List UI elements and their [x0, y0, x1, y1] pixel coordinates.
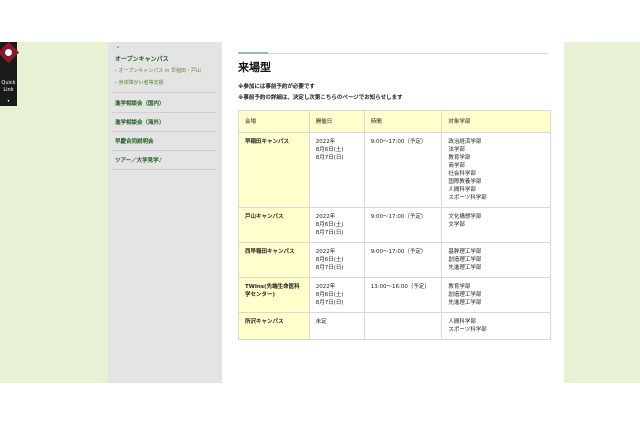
faculty-cell: 基幹理工学部 創造理工学部 先進理工学部: [441, 242, 551, 278]
reservation-detail-note: ※事前予約の詳細は、決定し次第こちらのページでお知らせします: [238, 95, 403, 101]
chevron-down-icon: ▾: [7, 98, 10, 103]
chevron-down-icon: ⌄: [115, 42, 121, 50]
divider: [112, 150, 216, 151]
reservation-note: ※参加には事前予約が必要です: [238, 84, 315, 90]
main-content: 来場型 ※参加には事前予約が必要です ※事前予約の詳細は、決定し次第こちらのペー…: [222, 42, 564, 383]
table-row: 早稲田キャンパス 2022年 8月6日(土) 8月7日(日) 9:00～17:0…: [238, 132, 551, 208]
quick-link-label: Quick Link: [1, 80, 16, 93]
time-cell: 9:00～17:00（予定）: [363, 207, 443, 243]
divider: [112, 169, 216, 170]
header-venue: 会場: [238, 110, 310, 133]
venue-cell: 戸山キャンパス: [238, 207, 310, 243]
table-header-row: 会場 開催日 時間 対象学部: [238, 110, 551, 133]
section-rule-accent: [238, 52, 268, 54]
venue-cell: 所沢キャンパス: [238, 312, 310, 340]
divider: [112, 112, 216, 113]
faculty-cell: 文化構想学部 文学部: [441, 207, 551, 243]
sidebar-item-waseda-keio[interactable]: 早慶合同説明会: [115, 137, 154, 145]
date-cell: 2022年 8月6日(土) 8月7日(日): [308, 242, 365, 278]
divider: [112, 131, 216, 132]
venue-cell: 西早稲田キャンパス: [238, 242, 310, 278]
sidebar-nav: ⌄ オープンキャンパス › オープンキャンパス in 早稲田・戸山 › 身体障が…: [108, 42, 222, 383]
time-cell: [363, 312, 443, 340]
university-emblem-icon: [0, 41, 20, 64]
time-cell: 9:00～17:00（予定）: [363, 132, 443, 208]
quick-link-button[interactable]: Quick Link ▾: [0, 41, 20, 106]
sidebar-subitem-waseda-toyama[interactable]: › オープンキャンパス in 早稲田・戸山: [115, 67, 201, 74]
page-title: 来場型: [238, 61, 271, 74]
table-row: TWIns(先端生命医科学センター) 2022年 8月6日(土) 8月7日(日)…: [238, 277, 551, 313]
date-cell: 2022年 8月6日(土) 8月7日(日): [308, 132, 365, 208]
divider: [112, 92, 216, 93]
venue-cell: TWIns(先端生命医科学センター): [238, 277, 310, 313]
sidebar-item-tour[interactable]: ツアー／大学見学♪: [115, 156, 162, 164]
faculty-cell: 政治経済学部 法学部 教育学部 商学部 社会科学部 国際教養学部 人間科学部 ス…: [441, 132, 551, 208]
table-row: 所沢キャンパス 未定 人間科学部 スポーツ科学部: [238, 312, 551, 340]
section-rule: [238, 53, 548, 54]
sidebar-item-overseas-consult[interactable]: 進学相談会（海外）: [115, 118, 165, 126]
header-date: 開催日: [308, 110, 365, 133]
sidebar-item-open-campus[interactable]: オープンキャンパス: [115, 54, 169, 63]
sidebar-item-domestic-consult[interactable]: 進学相談会（国内）: [115, 99, 165, 107]
schedule-table: 会場 開催日 時間 対象学部 早稲田キャンパス 2022年 8月6日(土) 8月…: [238, 110, 551, 340]
sidebar-subitem-disability-support[interactable]: › 身体障がい者等支援: [115, 79, 164, 86]
date-cell: 2022年 8月6日(土) 8月7日(日): [308, 207, 365, 243]
time-cell: 13:00～16:00（予定）: [363, 277, 443, 313]
venue-cell: 早稲田キャンパス: [238, 132, 310, 208]
table-row: 戸山キャンパス 2022年 8月6日(土) 8月7日(日) 9:00～17:00…: [238, 207, 551, 243]
date-cell: 2022年 8月6日(土) 8月7日(日): [308, 277, 365, 313]
time-cell: 9:00～17:00（予定）: [363, 242, 443, 278]
faculty-cell: 教育学部 創造理工学部 先進理工学部: [441, 277, 551, 313]
date-cell: 未定: [308, 312, 365, 340]
right-green-margin: [564, 42, 640, 383]
table-row: 西早稲田キャンパス 2022年 8月6日(土) 8月7日(日) 9:00～17:…: [238, 242, 551, 278]
header-faculty: 対象学部: [441, 110, 551, 133]
faculty-cell: 人間科学部 スポーツ科学部: [441, 312, 551, 340]
header-time: 時間: [363, 110, 443, 133]
